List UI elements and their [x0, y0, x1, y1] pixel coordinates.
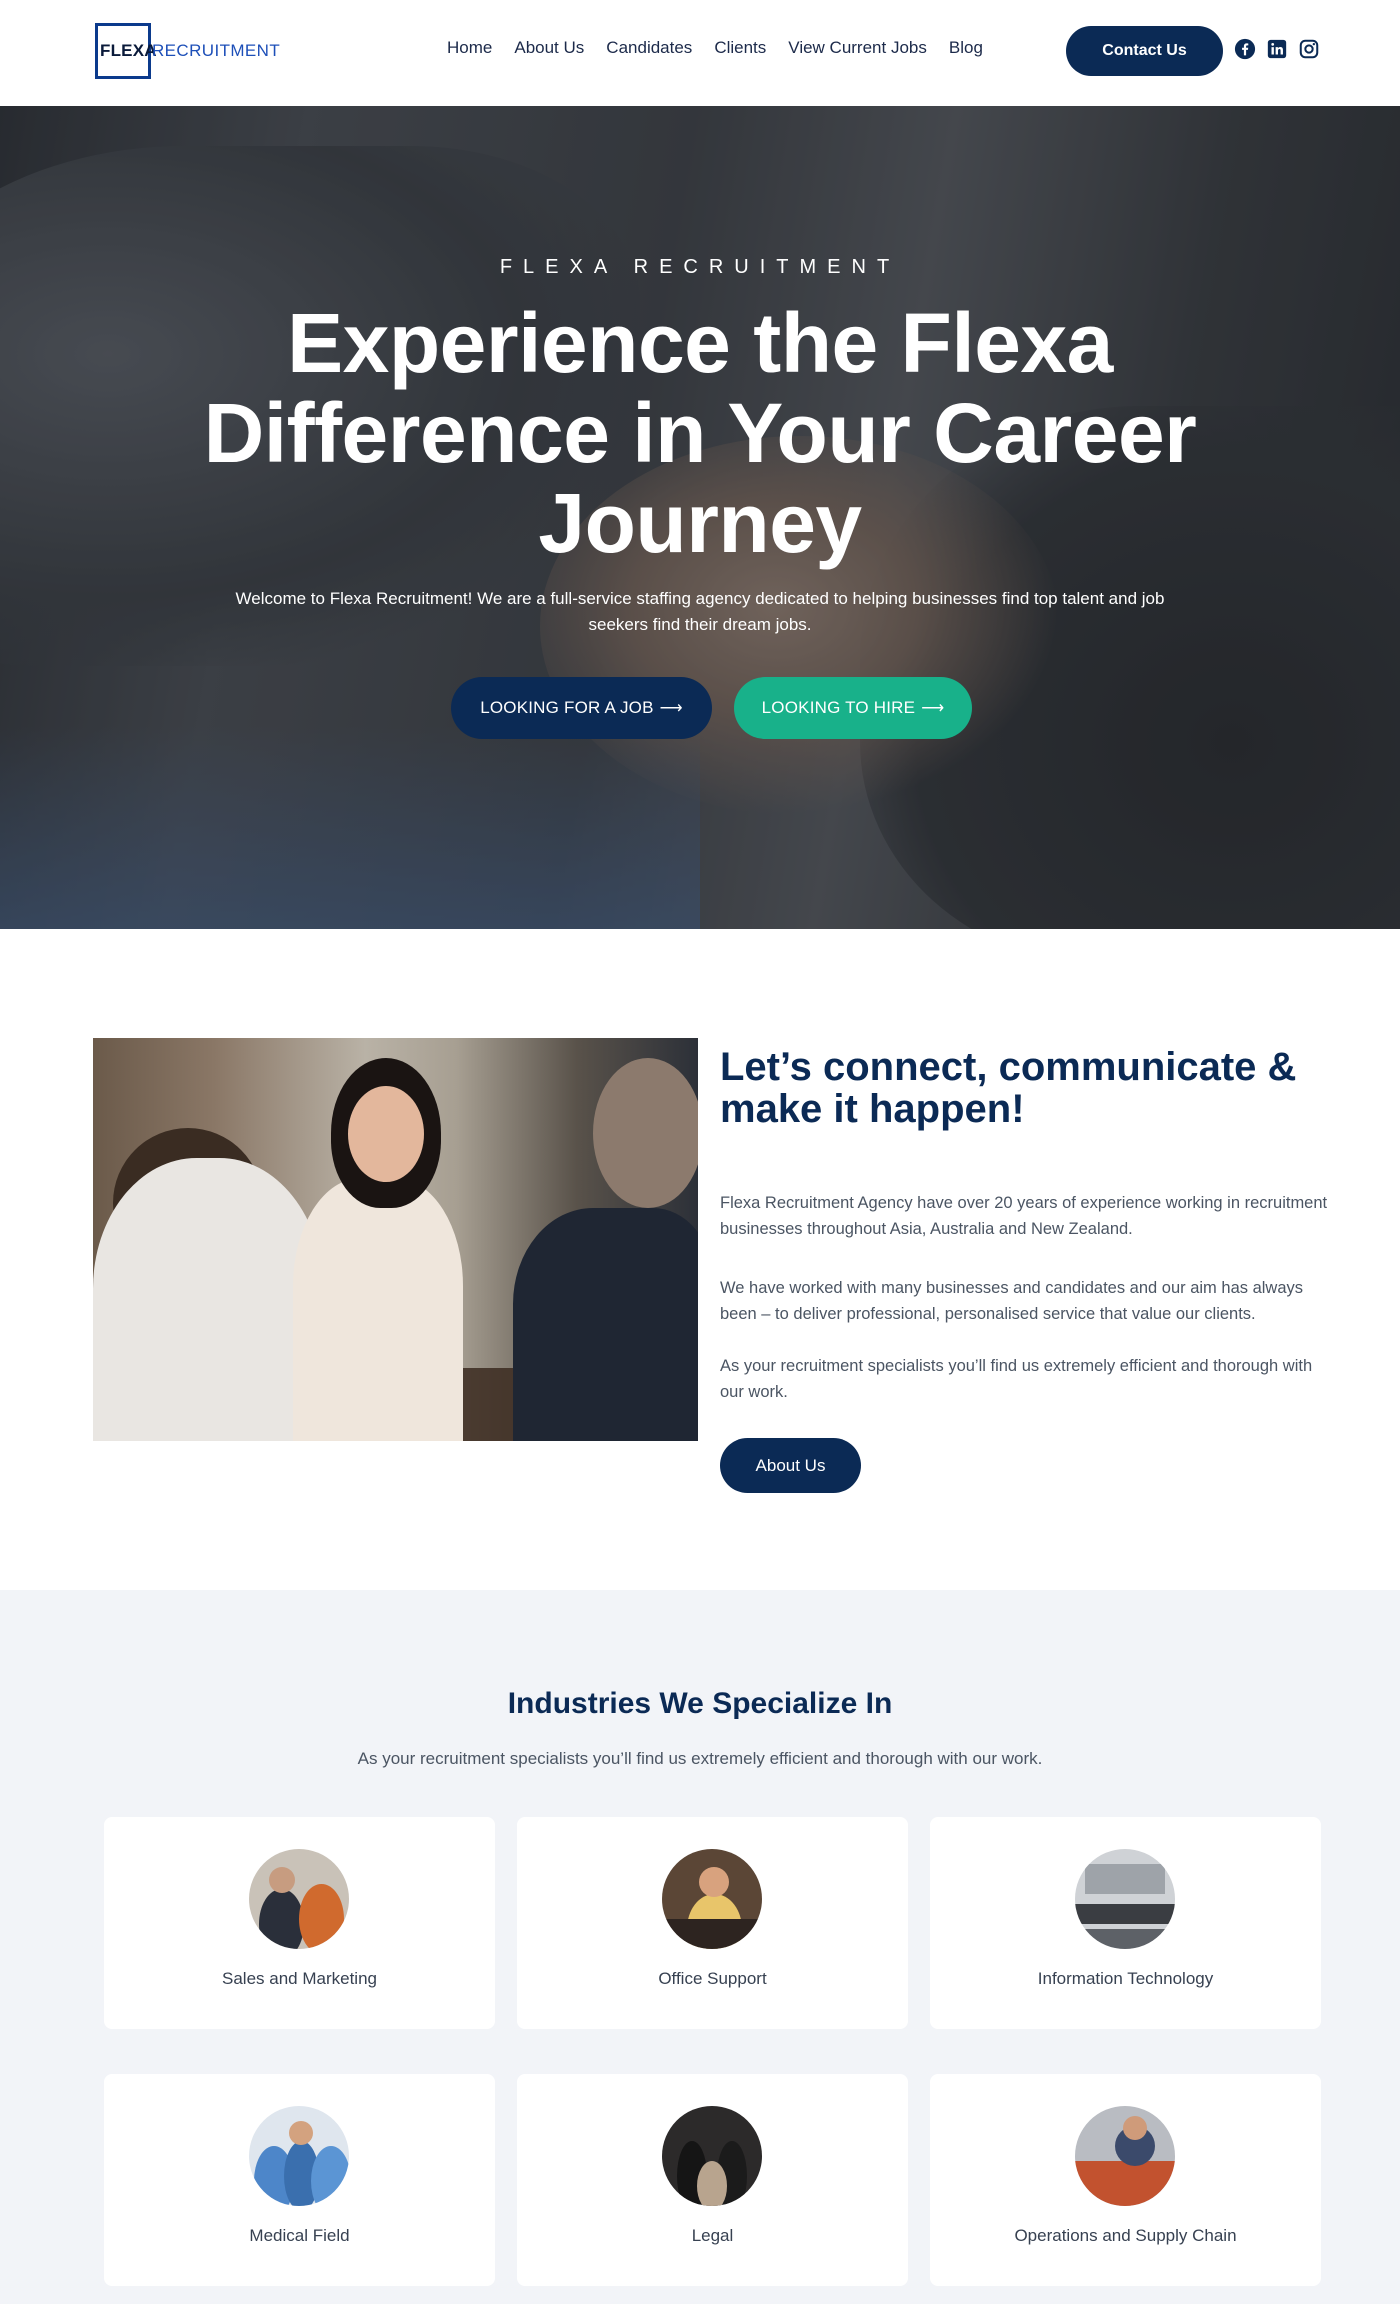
operations-supply-chain-image [1075, 2106, 1175, 2206]
industry-label: Operations and Supply Chain [1014, 2226, 1237, 2245]
office-support-image [662, 1849, 762, 1949]
nav-clients[interactable]: Clients [714, 38, 766, 58]
medical-field-image [249, 2106, 349, 2206]
nav-home[interactable]: Home [447, 38, 492, 58]
arrow-right-icon: ⟶ [921, 700, 945, 717]
facebook-icon[interactable] [1234, 38, 1256, 60]
nav-candidates[interactable]: Candidates [606, 38, 692, 58]
hero-title: Experience the Flexa Difference in Your … [203, 296, 1197, 570]
about-us-button[interactable]: About Us [720, 1438, 861, 1493]
hero-description: Welcome to Flexa Recruitment! We are a f… [235, 589, 1165, 634]
about-image-person-center-face [348, 1086, 424, 1182]
about-paragraph-2: We have worked with many businesses and … [720, 1279, 1304, 1323]
sales-marketing-image [249, 1849, 349, 1949]
arrow-right-icon: ⟶ [659, 700, 683, 717]
looking-to-hire-label: LOOKING TO HIRE [761, 698, 916, 717]
about-title: Let’s connect, communicate & make it hap… [720, 1045, 1297, 1131]
about-image-person-center [293, 1178, 463, 1441]
industry-card-sales-marketing[interactable]: Sales and Marketing [104, 1817, 495, 2029]
industries-title: Industries We Specialize In [507, 1687, 893, 1720]
about-paragraph-1: Flexa Recruitment Agency have over 20 ye… [720, 1194, 1328, 1238]
contact-us-button[interactable]: Contact Us [1066, 26, 1223, 76]
industry-card-operations-supply-chain[interactable]: Operations and Supply Chain [930, 2074, 1321, 2286]
industries-subtitle: As your recruitment specialists you’ll f… [357, 1749, 1043, 1768]
nav-about-us[interactable]: About Us [514, 38, 584, 58]
industry-card-legal[interactable]: Legal [517, 2074, 908, 2286]
logo[interactable]: FLEXA RECRUITMENT [95, 23, 280, 79]
instagram-icon[interactable] [1298, 38, 1320, 60]
industry-card-information-technology[interactable]: Information Technology [930, 1817, 1321, 2029]
site-header: FLEXA RECRUITMENT Home About Us Candidat… [0, 0, 1400, 106]
looking-to-hire-button[interactable]: LOOKING TO HIRE ⟶ [734, 677, 972, 739]
industry-label: Office Support [658, 1969, 767, 1988]
about-image-person-right-head [593, 1058, 698, 1208]
legal-image [662, 2106, 762, 2206]
main-nav: Home About Us Candidates Clients View Cu… [447, 38, 1005, 58]
industry-card-medical-field[interactable]: Medical Field [104, 2074, 495, 2286]
nav-view-current-jobs[interactable]: View Current Jobs [788, 38, 927, 58]
linkedin-icon[interactable] [1266, 38, 1288, 60]
about-paragraph-3: As your recruitment specialists you’ll f… [720, 1357, 1313, 1401]
information-technology-image [1075, 1849, 1175, 1949]
looking-for-job-label: LOOKING FOR A JOB [480, 698, 654, 717]
about-image-person-left [93, 1158, 323, 1441]
industry-label: Information Technology [1037, 1969, 1214, 1988]
about-image [93, 1038, 698, 1441]
hero-section: FLEXA RECRUITMENT Experience the Flexa D… [0, 106, 1400, 929]
logo-mark: FLEXA [95, 23, 157, 79]
logo-flexa-text: FLEXA [100, 41, 157, 60]
industry-label: Legal [691, 2226, 734, 2245]
logo-recruitment-text: RECRUITMENT [152, 41, 281, 60]
industry-label: Sales and Marketing [222, 1969, 377, 1988]
industry-label: Medical Field [249, 2226, 350, 2245]
hero-eyebrow: FLEXA RECRUITMENT [499, 256, 901, 278]
industry-card-office-support[interactable]: Office Support [517, 1817, 908, 2029]
nav-blog[interactable]: Blog [949, 38, 983, 58]
looking-for-job-button[interactable]: LOOKING FOR A JOB ⟶ [451, 677, 712, 739]
about-image-person-right [513, 1208, 698, 1441]
